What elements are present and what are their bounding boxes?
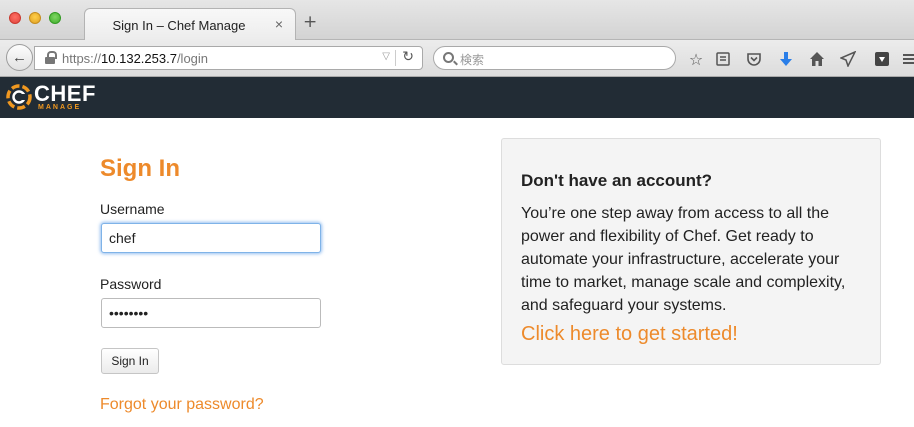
- panel-heading: Don't have an account?: [521, 171, 713, 190]
- back-button[interactable]: ←: [6, 44, 33, 71]
- send-icon[interactable]: [838, 49, 858, 69]
- password-label: Password: [100, 276, 162, 292]
- star-icon[interactable]: ☆: [686, 49, 706, 69]
- download-icon[interactable]: [776, 49, 796, 69]
- window-close-button[interactable]: [9, 12, 21, 24]
- reading-list-icon[interactable]: [713, 49, 733, 69]
- get-started-link[interactable]: Click here to get started!: [521, 323, 738, 346]
- search-input[interactable]: 検索: [460, 51, 484, 68]
- new-tab-button[interactable]: +: [303, 12, 317, 32]
- url-text: https://10.132.253.7/login: [62, 51, 208, 66]
- menu-icon[interactable]: [899, 49, 914, 69]
- username-label: Username: [100, 201, 165, 217]
- tab-title: Sign In – Chef Manage: [112, 18, 246, 33]
- window-maximize-button[interactable]: [49, 12, 61, 24]
- back-arrow-icon: ←: [12, 49, 27, 66]
- password-field[interactable]: [101, 298, 321, 328]
- search-icon: [443, 52, 454, 63]
- browser-titlebar: Sign In – Chef Manage × +: [0, 0, 914, 41]
- url-path: /login: [176, 51, 209, 66]
- forgot-password-link[interactable]: Forgot your password?: [100, 396, 264, 414]
- url-divider: [395, 50, 396, 66]
- lock-icon: [45, 51, 57, 64]
- chef-logo-sub: MANAGE: [38, 104, 82, 111]
- window-minimize-button[interactable]: [29, 12, 41, 24]
- url-bar[interactable]: https://10.132.253.7/login ▽ ↻: [34, 46, 423, 70]
- chef-logo-icon[interactable]: [5, 83, 33, 111]
- tab-close-icon[interactable]: ×: [275, 16, 283, 32]
- page-title: Sign In: [100, 155, 180, 182]
- username-field[interactable]: [101, 223, 321, 253]
- signup-panel: Don't have an account? You’re one step a…: [501, 138, 881, 365]
- url-scheme: https://: [62, 51, 102, 66]
- pocket-icon[interactable]: [744, 49, 764, 69]
- reload-icon[interactable]: ↻: [402, 49, 414, 65]
- browser-tab[interactable]: Sign In – Chef Manage ×: [84, 8, 296, 41]
- chef-header: CHEF MANAGE: [0, 77, 914, 118]
- dropdown-icon[interactable]: ▽: [382, 51, 390, 62]
- save-icon[interactable]: [872, 49, 892, 69]
- sign-in-button[interactable]: Sign In: [101, 348, 159, 374]
- home-icon[interactable]: [807, 49, 827, 69]
- panel-body: You’re one step away from access to all …: [521, 205, 846, 314]
- browser-navbar: ← https://10.132.253.7/login ▽ ↻ 検索 ☆: [0, 40, 914, 77]
- url-host: 10.132.253.7: [101, 51, 177, 66]
- search-bar[interactable]: 検索: [433, 46, 676, 70]
